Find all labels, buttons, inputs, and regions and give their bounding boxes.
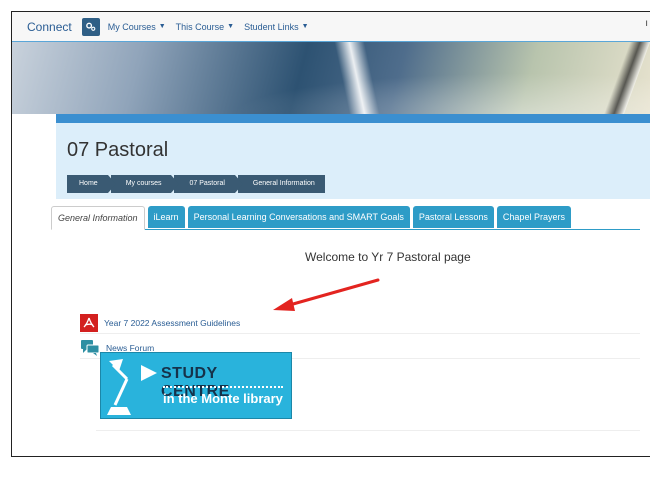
breadcrumb-my-courses[interactable]: My courses	[110, 175, 180, 193]
study-centre-subtitle: in the Monte library	[163, 391, 283, 406]
banner-dark-streak	[603, 42, 650, 114]
top-navbar: Connect My Courses ▼ This Course ▼ Stude…	[12, 12, 650, 42]
breadcrumb-section[interactable]: General Information	[237, 175, 325, 193]
activity-label[interactable]: Year 7 2022 Assessment Guidelines	[104, 318, 240, 328]
nav-student-links[interactable]: Student Links ▼	[244, 22, 308, 32]
tab-general-information[interactable]: General Information	[51, 206, 145, 230]
study-centre-banner[interactable]: STUDY CENTRE in the Monte library	[100, 352, 292, 419]
breadcrumb: Home My courses 07 Pastoral General Info…	[67, 175, 328, 193]
breadcrumb-course[interactable]: 07 Pastoral	[174, 175, 244, 193]
caret-down-icon: ▼	[158, 23, 166, 30]
tab-pastoral-lessons[interactable]: Pastoral Lessons	[412, 206, 494, 228]
section-divider	[96, 430, 640, 431]
page-title: 07 Pastoral	[67, 139, 169, 161]
tab-ilearn[interactable]: iLearn	[147, 206, 185, 228]
caret-down-icon: ▼	[227, 23, 235, 30]
section-tabs: General Information iLearn Personal Lear…	[51, 206, 640, 230]
study-centre-divider	[163, 386, 283, 388]
course-header: 07 Pastoral Home My courses 07 Pastoral …	[56, 114, 650, 199]
tab-personal-learning-conversations[interactable]: Personal Learning Conversations and SMAR…	[187, 206, 410, 228]
forum-icon	[80, 339, 100, 357]
user-menu-edge[interactable]: ı	[645, 18, 648, 29]
site-brand[interactable]: Connect	[27, 20, 72, 34]
settings-gear-button[interactable]	[81, 17, 100, 36]
desk-lamp-icon	[107, 359, 157, 415]
course-banner-image	[12, 42, 650, 114]
nav-my-courses[interactable]: My Courses ▼	[108, 22, 166, 32]
welcome-text: Welcome to Yr 7 Pastoral page	[305, 250, 471, 264]
tab-chapel-prayers[interactable]: Chapel Prayers	[496, 206, 571, 228]
red-arrow-annotation	[273, 278, 380, 311]
activity-assessment-guidelines[interactable]: Year 7 2022 Assessment Guidelines	[80, 313, 640, 334]
pdf-icon	[80, 314, 98, 332]
breadcrumb-home[interactable]: Home	[67, 175, 116, 193]
nav-this-course[interactable]: This Course ▼	[176, 22, 234, 32]
banner-light-streak	[334, 42, 380, 114]
gear-icon	[86, 22, 96, 31]
caret-down-icon: ▼	[301, 23, 309, 30]
